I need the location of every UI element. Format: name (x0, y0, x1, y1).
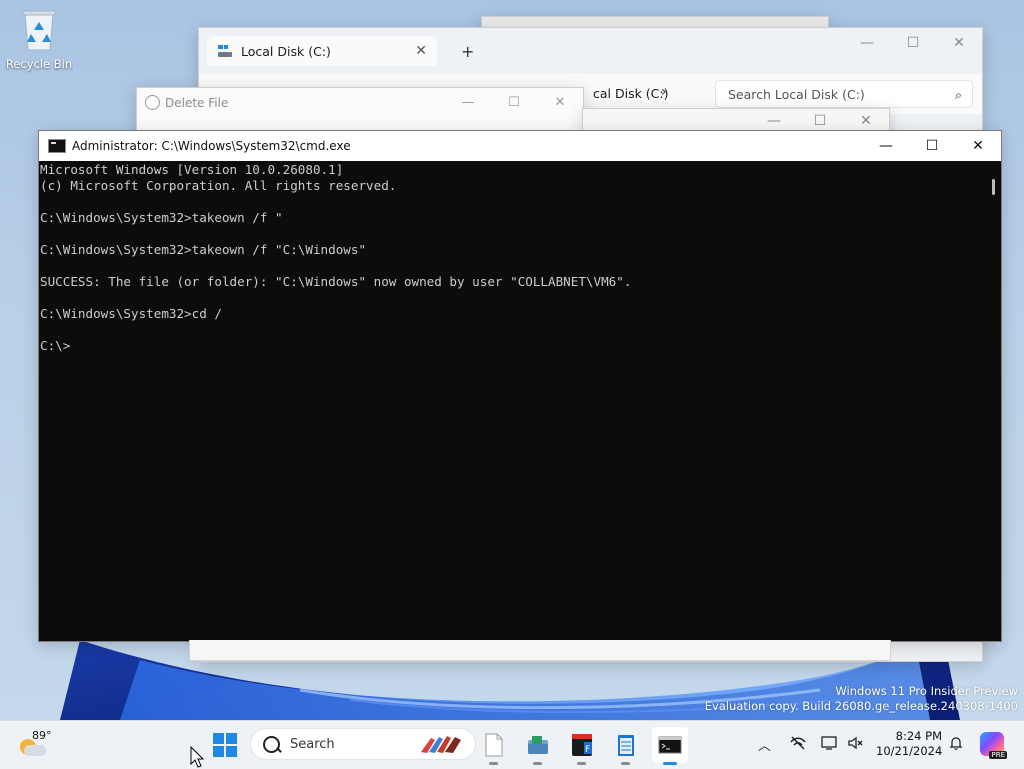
tab-local-disk[interactable]: Local Disk (C:) ✕ (207, 36, 437, 66)
minimize-icon[interactable]: — (844, 28, 890, 58)
display-icon[interactable] (820, 734, 838, 752)
notepad-button[interactable] (608, 727, 644, 765)
search-highlight-icon (421, 736, 461, 753)
database-app-icon: F (572, 734, 592, 756)
console-line: C:\> (40, 338, 71, 353)
maximize-icon[interactable]: ☐ (491, 88, 537, 116)
cmd-icon (48, 139, 66, 153)
cmd-caption-buttons: — ☐ ✕ (863, 131, 1001, 161)
console-line: SUCCESS: The file (or folder): "C:\Windo… (40, 274, 632, 289)
console-scrollbar[interactable] (987, 161, 1001, 641)
show-hidden-icons-chevron-icon[interactable]: ︿ (758, 735, 771, 754)
terminal-icon (658, 736, 682, 754)
database-app-button[interactable]: F (564, 727, 600, 765)
console-line: C:\Windows\System32>takeown /f "C:\Windo… (40, 242, 367, 257)
file-explorer-icon (528, 736, 548, 754)
running-indicator (489, 762, 498, 765)
explorer-caption-buttons: — ☐ ✕ (844, 28, 982, 58)
taskbar-search-box[interactable]: Search (250, 728, 476, 760)
taskbar: 89° Search F ︿ 8:24 PM 10/21/2024 PRE (0, 720, 1024, 769)
recycle-bin-shortcut[interactable]: Recycle Bin (4, 8, 74, 71)
build-watermark: Windows 11 Pro Insider Preview Evaluatio… (705, 684, 1018, 714)
tab-label: Local Disk (C:) (241, 43, 331, 59)
breadcrumb-chevron-icon[interactable]: › (661, 84, 667, 100)
command-prompt-window: Administrator: C:\Windows\System32\cmd.e… (38, 130, 1002, 642)
explorer-window-bottom (189, 640, 891, 661)
copilot-preview-badge: PRE (989, 751, 1007, 759)
file-explorer-button[interactable] (520, 727, 556, 765)
running-indicator (533, 762, 542, 765)
notification-bell-icon[interactable] (948, 735, 964, 751)
start-button[interactable] (207, 727, 243, 763)
maximize-icon[interactable]: ☐ (909, 131, 955, 161)
watermark-edition: Windows 11 Pro Insider Preview (835, 684, 1018, 698)
search-icon: ⌕ (954, 87, 962, 102)
notepad-icon (618, 735, 634, 756)
drive-icon (218, 45, 232, 57)
clock-date: 10/21/2024 (876, 744, 943, 758)
close-icon[interactable]: ✕ (537, 88, 583, 116)
tab-close-icon[interactable]: ✕ (415, 43, 427, 59)
dialog-title: Delete File (165, 96, 229, 110)
minimize-icon[interactable]: — (863, 131, 909, 161)
console-line: C:\Windows\System32>cd / (40, 306, 222, 321)
active-indicator (663, 762, 677, 765)
cmd-title: Administrator: C:\Windows\System32\cmd.e… (72, 139, 351, 153)
weather-widget[interactable]: 89° (16, 729, 56, 763)
cmd-titlebar[interactable]: Administrator: C:\Windows\System32\cmd.e… (39, 131, 1001, 161)
command-prompt-button[interactable] (652, 727, 688, 765)
explorer-search-placeholder: Search Local Disk (C:) (728, 86, 865, 102)
system-clock[interactable]: 8:24 PM 10/21/2024 (876, 729, 942, 759)
volume-muted-icon[interactable] (846, 734, 864, 752)
copilot-icon[interactable]: PRE (980, 732, 1007, 759)
taskbar-search-placeholder: Search (290, 736, 335, 752)
maximize-icon[interactable]: ☐ (890, 28, 936, 58)
mouse-pointer-icon (190, 746, 204, 768)
running-indicator (577, 762, 586, 765)
recycle-bin-label: Recycle Bin (5, 57, 73, 71)
breadcrumb-local-disk[interactable]: cal Disk (C:) (593, 86, 669, 101)
close-icon[interactable]: ✕ (936, 28, 982, 58)
file-icon (485, 733, 503, 757)
network-disconnected-icon[interactable] (789, 734, 807, 752)
dialog-caption-buttons: — ☐ ✕ (445, 88, 583, 116)
console-line: C:\Windows\System32>takeown /f " (40, 210, 283, 225)
weather-temperature: 89° (32, 729, 52, 742)
cloud-icon (24, 745, 46, 756)
close-icon[interactable]: ✕ (955, 131, 1001, 161)
console-line: Microsoft Windows [Version 10.0.26080.1] (40, 162, 344, 177)
recycle-bin-icon (22, 10, 56, 51)
search-icon (263, 735, 280, 753)
file-app-button[interactable] (476, 727, 512, 765)
watermark-build: Evaluation copy. Build 26080.ge_release.… (704, 699, 1018, 713)
svg-text:F: F (585, 745, 590, 755)
minimize-icon[interactable]: — (445, 88, 491, 116)
clock-icon (145, 95, 160, 110)
clock-time: 8:24 PM (895, 729, 942, 743)
scrollbar-thumb[interactable] (992, 179, 995, 195)
console-output[interactable]: Microsoft Windows [Version 10.0.26080.1]… (40, 162, 986, 640)
windows-logo-icon (213, 733, 237, 757)
running-indicator (621, 762, 630, 765)
explorer-search-input[interactable]: Search Local Disk (C:) ⌕ (715, 80, 973, 108)
console-line: (c) Microsoft Corporation. All rights re… (40, 178, 397, 193)
new-tab-icon[interactable]: + (461, 42, 474, 61)
